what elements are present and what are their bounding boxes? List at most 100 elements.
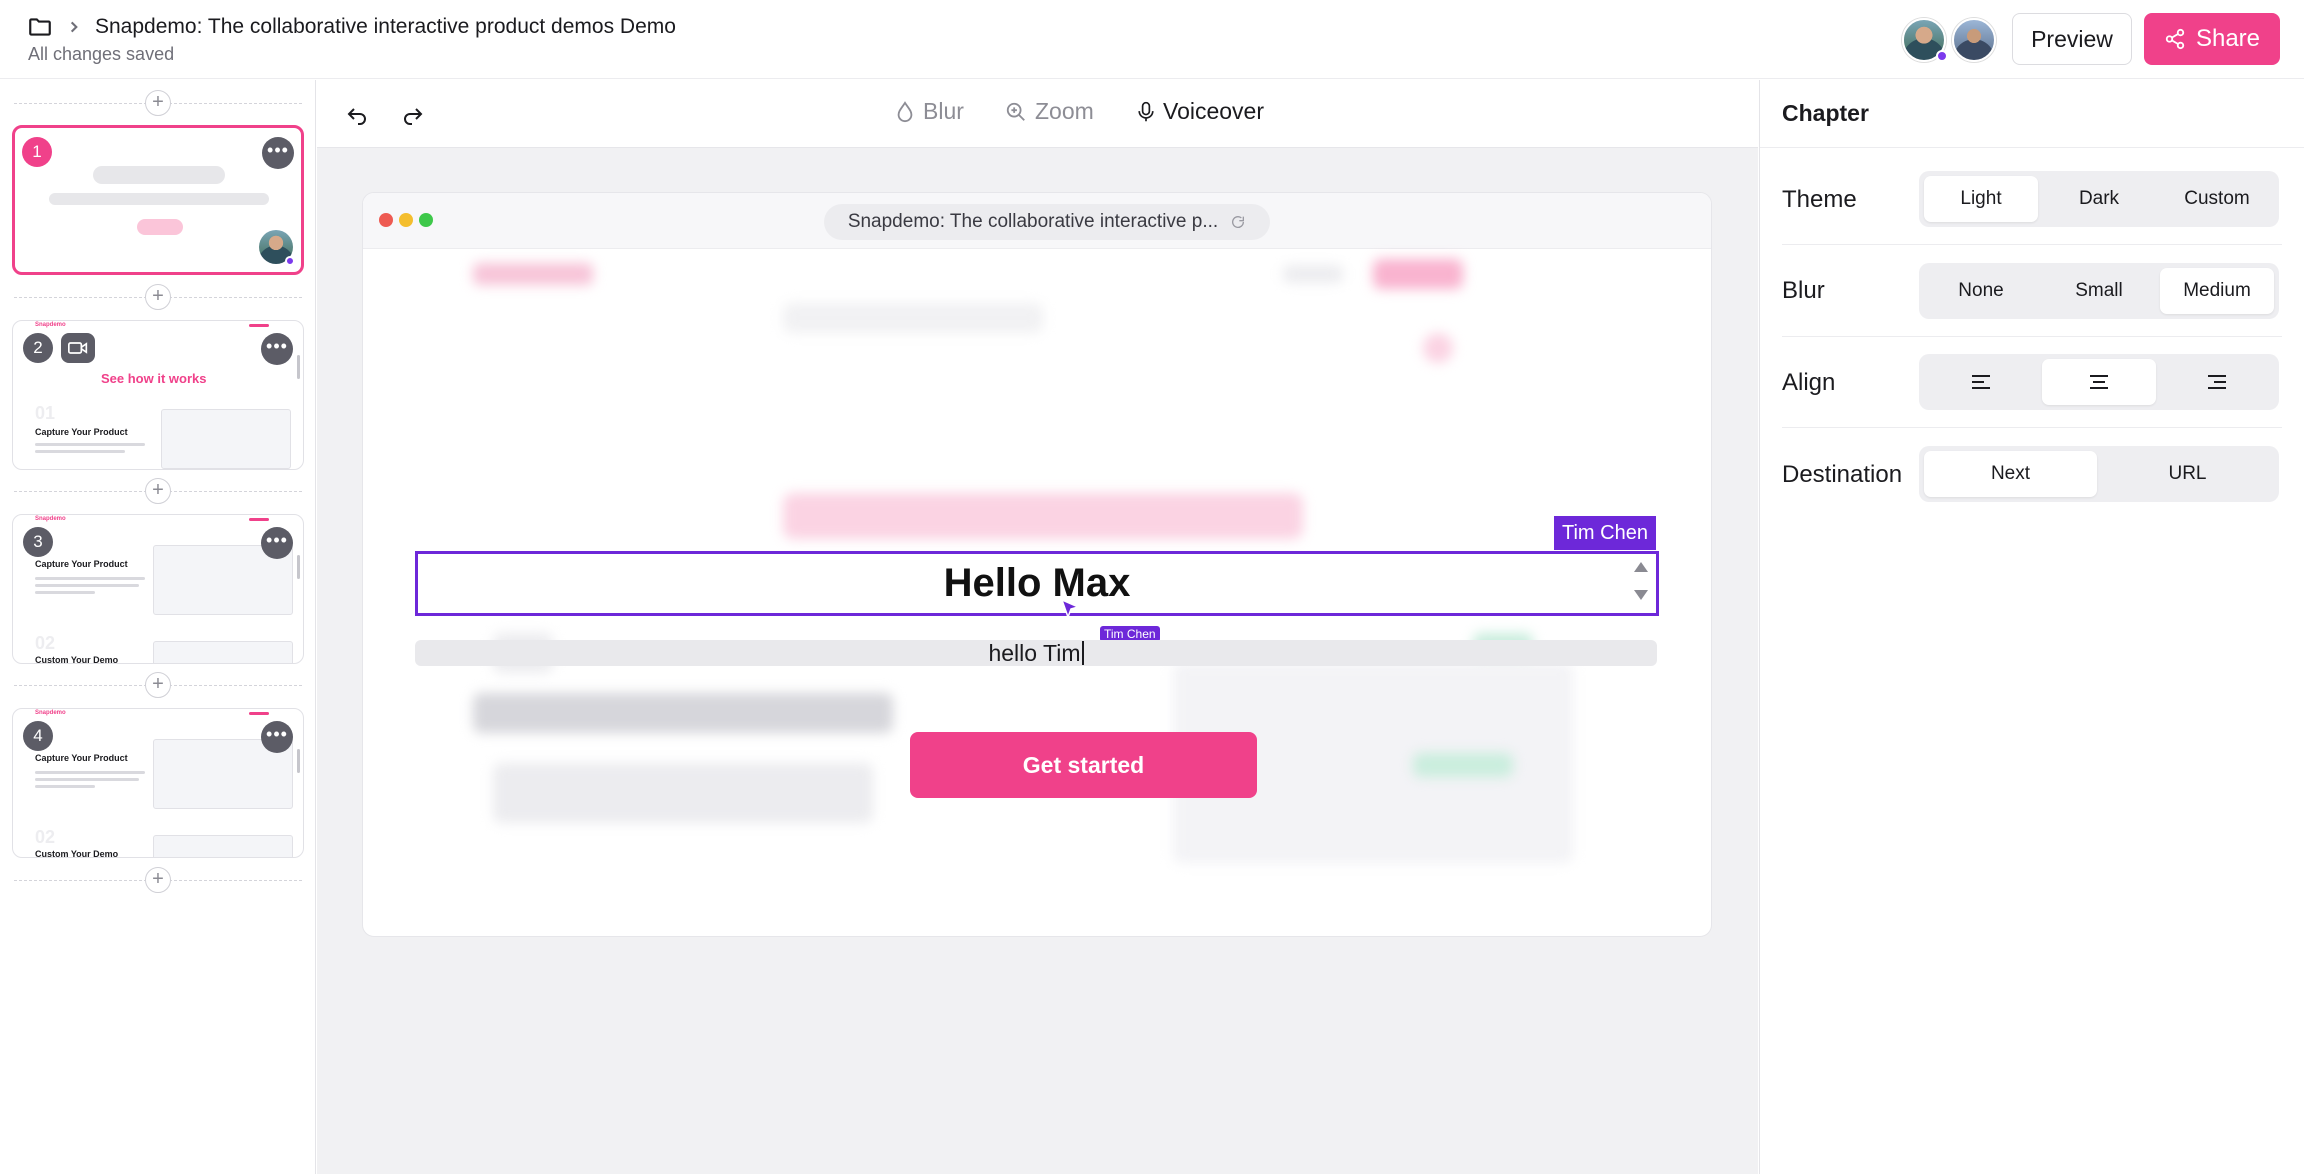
insert-slide-row: + bbox=[14, 90, 302, 116]
thumb-line bbox=[249, 518, 269, 521]
chevron-right-icon bbox=[70, 21, 78, 33]
blurred-badge bbox=[783, 303, 1043, 333]
insert-slide-row: + bbox=[14, 478, 302, 504]
theme-option-light[interactable]: Light bbox=[1924, 176, 2038, 222]
thumb-scrollbar bbox=[297, 555, 300, 579]
slide-thumbnail-2[interactable]: Snapdemo See how it works 01 Capture You… bbox=[12, 320, 304, 470]
online-indicator bbox=[285, 256, 295, 266]
editor-toolbar: Blur Zoom Voiceover bbox=[317, 80, 1758, 148]
close-window-dot bbox=[379, 213, 393, 227]
zoom-tool[interactable]: Zoom bbox=[1005, 98, 1094, 125]
heading-text-field[interactable]: Hello Max bbox=[415, 551, 1659, 616]
thumb-line bbox=[35, 443, 145, 446]
thumb-headline: See how it works bbox=[101, 371, 207, 386]
placeholder-title bbox=[93, 166, 225, 184]
save-status: All changes saved bbox=[28, 44, 175, 64]
blurred-decoration bbox=[1423, 333, 1453, 363]
theme-option-dark[interactable]: Dark bbox=[2042, 176, 2156, 222]
insert-slide-row: + bbox=[14, 867, 302, 893]
collaborator-name-tag: Tim Chen bbox=[1554, 516, 1656, 550]
divider bbox=[1782, 427, 2282, 428]
thumb-brand: Snapdemo bbox=[35, 516, 66, 522]
align-right-option[interactable] bbox=[2160, 359, 2274, 405]
blur-option-small[interactable]: Small bbox=[2042, 268, 2156, 314]
browser-bar: Snapdemo: The collaborative interactive … bbox=[363, 193, 1711, 249]
add-slide-button[interactable]: + bbox=[145, 867, 171, 893]
thumb-line bbox=[249, 324, 269, 327]
align-left-option[interactable] bbox=[1924, 359, 2038, 405]
theme-selector: Light Dark Custom bbox=[1919, 171, 2279, 227]
thumb-screenshot bbox=[153, 641, 293, 663]
subtext-input[interactable]: hello Tim bbox=[415, 640, 1657, 666]
slide-more-button[interactable]: ••• bbox=[262, 137, 294, 169]
undo-icon[interactable] bbox=[345, 102, 369, 126]
thumb-title: Capture Your Product bbox=[35, 753, 128, 763]
align-center-option[interactable] bbox=[2042, 359, 2156, 405]
blurred-chip bbox=[1413, 753, 1513, 777]
folder-icon[interactable] bbox=[27, 14, 53, 40]
remote-cursor-icon bbox=[1060, 598, 1081, 620]
thumb-next-title: Custom Your Demo bbox=[35, 655, 119, 664]
thumb-line bbox=[35, 771, 145, 774]
destination-label: Destination bbox=[1782, 461, 1903, 488]
thumb-next-title: Custom Your Demo bbox=[35, 849, 119, 858]
destination-option-next[interactable]: Next bbox=[1924, 451, 2097, 497]
address-bar: Snapdemo: The collaborative interactive … bbox=[824, 204, 1270, 240]
align-selector bbox=[1919, 354, 2279, 410]
avatar[interactable] bbox=[1952, 18, 1996, 62]
slide-more-button[interactable]: ••• bbox=[261, 333, 293, 365]
slide-preview: Snapdemo Capture Your Product 02 Custom … bbox=[13, 515, 303, 663]
microphone-icon bbox=[1138, 101, 1154, 121]
thumb-scrollbar bbox=[297, 749, 300, 773]
destination-option-url[interactable]: URL bbox=[2101, 451, 2274, 497]
blur-label: Blur bbox=[923, 98, 964, 124]
blurred-paragraph bbox=[493, 763, 873, 823]
get-started-button[interactable]: Get started bbox=[910, 732, 1257, 798]
thumb-title: Capture Your Product bbox=[35, 559, 128, 569]
slide-thumbnail-1[interactable]: 1 ••• bbox=[12, 125, 304, 275]
align-label: Align bbox=[1782, 369, 1836, 396]
blurred-nav-button bbox=[1373, 259, 1463, 289]
add-slide-button[interactable]: + bbox=[145, 284, 171, 310]
zoom-label: Zoom bbox=[1035, 98, 1094, 124]
slides-sidebar: + 1 ••• + Snapdemo See how it works 01 C… bbox=[0, 80, 316, 1174]
slide-number: 4 bbox=[23, 721, 53, 751]
collaborator-avatars bbox=[1902, 18, 1996, 62]
spin-up-icon[interactable] bbox=[1634, 562, 1648, 572]
online-indicator bbox=[1936, 50, 1948, 62]
add-slide-button[interactable]: + bbox=[145, 90, 171, 116]
blur-option-none[interactable]: None bbox=[1924, 268, 2038, 314]
thumb-screenshot bbox=[161, 409, 291, 469]
document-title[interactable]: Snapdemo: The collaborative interactive … bbox=[95, 15, 676, 39]
thumb-line bbox=[35, 450, 125, 453]
theme-option-custom[interactable]: Custom bbox=[2160, 176, 2274, 222]
blur-tool[interactable]: Blur bbox=[895, 98, 964, 125]
spin-down-icon[interactable] bbox=[1634, 590, 1648, 600]
slide-preview: Snapdemo See how it works 01 Capture You… bbox=[13, 321, 303, 469]
slide-more-button[interactable]: ••• bbox=[261, 721, 293, 753]
url-text: Snapdemo: The collaborative interactive … bbox=[847, 211, 1219, 232]
maximize-window-dot bbox=[419, 213, 433, 227]
thumb-line bbox=[35, 778, 139, 781]
destination-selector: Next URL bbox=[1919, 446, 2279, 502]
preview-button[interactable]: Preview bbox=[2012, 13, 2132, 65]
slide-thumbnail-4[interactable]: Snapdemo Capture Your Product 02 Custom … bbox=[12, 708, 304, 858]
add-slide-button[interactable]: + bbox=[145, 672, 171, 698]
blurred-nav-link bbox=[1283, 265, 1343, 283]
voiceover-tool[interactable]: Voiceover bbox=[1137, 98, 1264, 125]
thumb-step: 01 bbox=[35, 403, 56, 423]
left-align-icon bbox=[1972, 375, 1990, 389]
add-slide-button[interactable]: + bbox=[145, 478, 171, 504]
divider bbox=[1782, 336, 2282, 337]
thumb-line bbox=[35, 577, 145, 580]
divider bbox=[1760, 147, 2304, 148]
share-button[interactable]: Share bbox=[2144, 13, 2280, 65]
slide-thumbnail-3[interactable]: Snapdemo Capture Your Product 02 Custom … bbox=[12, 514, 304, 664]
thumb-screenshot bbox=[153, 835, 293, 857]
slide-number: 2 bbox=[23, 333, 53, 363]
thumb-line bbox=[249, 712, 269, 715]
thumb-line bbox=[35, 584, 139, 587]
slide-more-button[interactable]: ••• bbox=[261, 527, 293, 559]
redo-icon[interactable] bbox=[401, 102, 425, 126]
blur-option-medium[interactable]: Medium bbox=[2160, 268, 2274, 314]
